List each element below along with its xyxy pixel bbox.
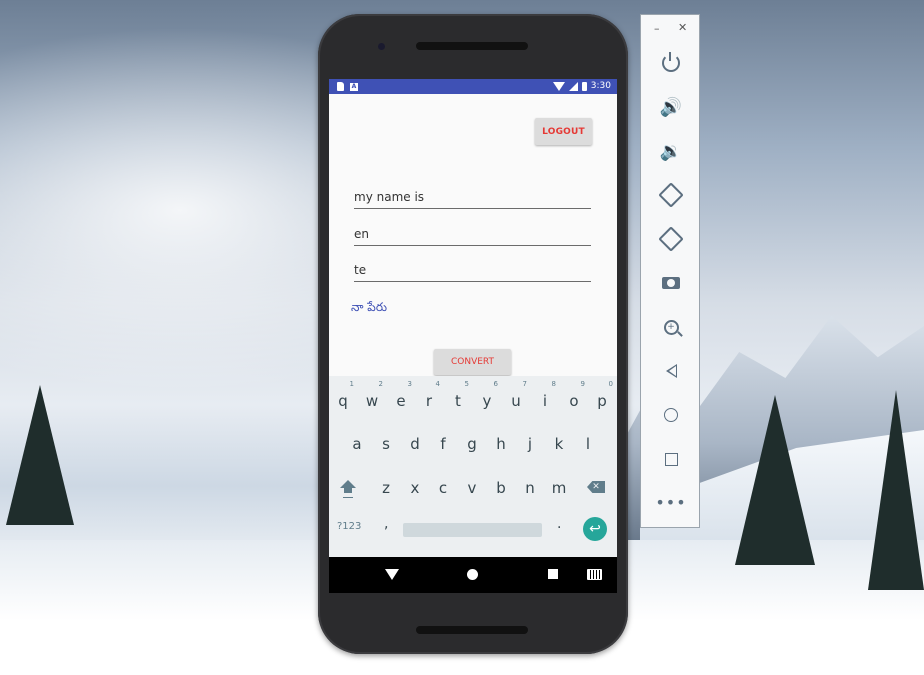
key-i[interactable]: i8 <box>532 380 558 416</box>
key-c[interactable]: c <box>430 473 456 503</box>
zoom-icon: + <box>663 319 679 335</box>
comma-key[interactable]: , <box>384 516 388 532</box>
period-key[interactable]: . <box>557 516 561 532</box>
key-v[interactable]: v <box>459 473 485 503</box>
screenshot-button[interactable] <box>659 271 683 295</box>
rotate-left-button[interactable] <box>658 182 684 208</box>
key-t[interactable]: t5 <box>445 380 471 416</box>
key-o[interactable]: o9 <box>561 380 587 416</box>
background-tree <box>6 385 74 525</box>
more-button[interactable]: ••• <box>655 491 685 515</box>
rotate-right-button[interactable] <box>658 226 684 252</box>
navigation-bar <box>329 557 617 593</box>
back-triangle-icon <box>665 364 677 378</box>
bottom-speaker <box>416 626 528 634</box>
sd-card-icon <box>337 82 344 91</box>
status-bar: A 3:30 <box>329 79 617 94</box>
key-s[interactable]: s <box>373 429 399 459</box>
key-y[interactable]: y6 <box>474 380 500 416</box>
key-u[interactable]: u7 <box>503 380 529 416</box>
convert-button[interactable]: CONVERT <box>434 349 511 375</box>
background-tree <box>735 395 815 565</box>
key-z[interactable]: z <box>373 473 399 503</box>
key-n[interactable]: n <box>517 473 543 503</box>
overview-button[interactable] <box>659 447 683 471</box>
key-k[interactable]: k <box>546 429 572 459</box>
recent-apps-icon[interactable] <box>548 569 558 579</box>
camera-icon <box>662 277 680 289</box>
key-e[interactable]: e3 <box>388 380 414 416</box>
key-h[interactable]: h <box>488 429 514 459</box>
key-a[interactable]: a <box>344 429 370 459</box>
key-j[interactable]: j <box>517 429 543 459</box>
volume-up-button[interactable]: 🔊 <box>659 95 683 119</box>
home-circle-icon <box>664 408 678 422</box>
key-l[interactable]: l <box>575 429 601 459</box>
back-icon[interactable] <box>385 569 399 580</box>
key-f[interactable]: f <box>430 429 456 459</box>
key-b[interactable]: b <box>488 473 514 503</box>
zoom-button[interactable]: + <box>659 315 683 339</box>
rotate-right-icon <box>658 226 684 252</box>
soft-keyboard: q1 w2 e3 r4 t5 y6 u7 i8 o9 p0 a s d f g … <box>329 376 617 557</box>
volume-down-button[interactable]: 🔉 <box>659 139 683 163</box>
home-icon[interactable] <box>467 569 478 580</box>
close-button[interactable]: ✕ <box>678 21 687 34</box>
key-r[interactable]: r4 <box>416 380 442 416</box>
key-q[interactable]: q1 <box>330 380 356 416</box>
wifi-icon <box>552 82 565 91</box>
rotate-left-icon <box>658 182 684 208</box>
target-language-field[interactable] <box>354 259 591 282</box>
key-w[interactable]: w2 <box>359 380 385 416</box>
enter-icon[interactable]: ↩ <box>583 517 607 541</box>
minimize-button[interactable]: – <box>654 22 660 35</box>
keyboard-row-1: q1 w2 e3 r4 t5 y6 u7 i8 o9 p0 <box>329 380 617 416</box>
logout-button[interactable]: LOGOUT <box>535 118 592 145</box>
key-d[interactable]: d <box>402 429 428 459</box>
power-icon <box>662 52 680 72</box>
volume-down-icon: 🔉 <box>659 140 683 162</box>
status-time: 3:30 <box>590 81 611 91</box>
background-tree <box>868 390 924 590</box>
home-button[interactable] <box>659 403 683 427</box>
key-g[interactable]: g <box>459 429 485 459</box>
space-bar[interactable] <box>403 523 542 537</box>
device-screen: A 3:30 LOGOUT నా పేరు CONVERT q1 w2 e3 r… <box>329 79 617 593</box>
symbols-key[interactable]: ?123 <box>337 521 361 532</box>
keyboard-row-2: a s d f g h j k l <box>329 429 617 459</box>
source-language-field[interactable] <box>354 223 591 246</box>
a-notification-icon: A <box>350 82 358 91</box>
emulator-toolbar: – ✕ 🔊 🔉 + ••• <box>640 14 700 528</box>
overview-square-icon <box>664 452 678 466</box>
volume-up-icon: 🔊 <box>659 96 683 118</box>
key-p[interactable]: p0 <box>589 380 615 416</box>
front-camera <box>378 43 385 50</box>
key-m[interactable]: m <box>546 473 572 503</box>
keyboard-row-3: z x c v b n m <box>329 473 617 503</box>
power-button[interactable] <box>659 51 683 75</box>
top-speaker <box>416 42 528 50</box>
back-button[interactable] <box>659 359 683 383</box>
signal-icon <box>568 82 578 91</box>
input-text-field[interactable] <box>354 186 591 209</box>
more-dots-icon: ••• <box>655 493 687 512</box>
translation-result: నా పేరు <box>351 300 388 314</box>
battery-icon <box>581 82 587 91</box>
keyboard-icon[interactable] <box>587 569 602 580</box>
key-x[interactable]: x <box>402 473 428 503</box>
